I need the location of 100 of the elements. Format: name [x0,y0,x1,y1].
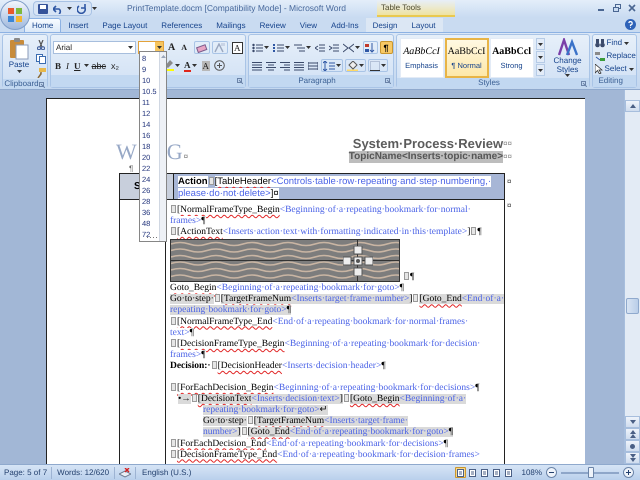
copy-button[interactable] [35,52,47,65]
browse-object-button[interactable] [625,440,640,452]
asian-layout-button[interactable] [342,41,361,54]
web-layout-button[interactable] [478,467,490,478]
page-view-icon [504,468,512,476]
scroll-up-button[interactable] [536,38,545,50]
bullets-button[interactable] [250,41,270,54]
scroll-up-button[interactable] [625,100,640,112]
save-button[interactable] [37,2,49,14]
underline-button[interactable]: U [72,59,83,72]
paste-button[interactable]: Paste [6,38,32,73]
content-control-handle-icon[interactable] [192,394,197,402]
print-layout-button[interactable] [454,467,466,478]
ribbon-tab[interactable]: References [154,18,210,32]
align-right-button[interactable] [278,59,291,72]
restore-button[interactable] [611,2,622,13]
caret-icon [175,64,180,67]
sort-button[interactable] [362,41,378,54]
justify-button[interactable] [292,59,305,72]
content-control-handle-icon[interactable] [413,294,418,302]
find-button[interactable]: Find [594,37,636,49]
previous-page-button[interactable] [625,428,640,440]
character-border-button[interactable]: A [230,41,245,54]
draft-button[interactable] [502,467,514,478]
outline-button[interactable] [490,467,502,478]
subscript-button[interactable]: x₂ [109,59,122,72]
office-button[interactable] [0,0,30,30]
select-button[interactable]: Select [594,63,636,75]
zoom-out-button[interactable] [546,467,557,478]
help-button[interactable] [625,19,636,30]
content-control-handle-icon[interactable] [170,316,176,325]
line-spacing-button[interactable] [320,59,343,72]
field-name: [ActionText [176,227,223,238]
page-count[interactable]: Page: 5 of 7 [0,466,52,478]
center-button[interactable] [264,59,277,72]
grow-font-button[interactable]: A [166,41,178,54]
scroll-down-button[interactable] [536,51,545,63]
clear-formatting-button[interactable] [194,41,210,54]
caret-icon [16,70,22,73]
ribbon-tab[interactable]: Home [24,18,62,32]
content-control-handle-icon[interactable] [242,427,247,436]
content-control-handle-icon[interactable] [248,416,253,424]
change-styles-button[interactable]: Change Styles [546,38,589,77]
replace-button[interactable]: Replace [594,50,636,62]
content-control-handle-icon[interactable] [170,205,176,213]
shading-button[interactable] [344,59,366,72]
redo-button[interactable] [76,2,88,14]
ribbon-tab[interactable]: Page Layout [95,18,154,32]
borders-button[interactable] [368,59,388,72]
scroll-down-button[interactable] [625,416,640,428]
scrollbar-thumb[interactable] [626,298,639,314]
italic-button[interactable]: I [64,59,72,72]
character-shading-button[interactable]: A [200,59,212,72]
language-indicator[interactable]: English (U.S.) [136,466,198,478]
ribbon-tab[interactable]: Design [366,18,404,32]
content-control-handle-icon[interactable] [170,338,176,347]
content-control-handle-icon[interactable] [471,227,476,236]
content-control-handle-icon[interactable] [170,227,176,236]
align-left-button[interactable] [250,59,263,72]
content-control-handle-icon[interactable] [170,383,176,392]
content-control-handle-icon[interactable] [208,177,214,185]
format-painter-button[interactable] [35,66,47,79]
shrink-font-button[interactable]: A [179,41,190,54]
ribbon-tab[interactable]: Add-Ins [324,18,366,32]
content-control-handle-icon[interactable] [212,360,217,369]
content-control-handle-icon[interactable] [344,394,349,402]
strike-button[interactable]: abc [90,59,108,72]
show-formatting-marks-button[interactable]: ¶ [380,41,393,54]
ribbon-tab[interactable]: Mailings [209,18,253,32]
cut-button[interactable] [35,38,47,51]
content-control-handle-icon[interactable] [404,272,409,280]
dialog-launcher-button[interactable] [236,78,243,84]
next-page-button[interactable] [625,452,640,464]
dialog-launcher-button[interactable] [384,78,391,84]
zoom-in-button[interactable] [623,467,634,478]
bold-button[interactable]: B [53,59,64,72]
dialog-launcher-button[interactable] [580,81,587,87]
close-button[interactable] [626,2,637,13]
enclose-characters-button[interactable] [213,59,226,72]
font-name-field[interactable]: Arial [53,41,136,54]
zoom-slider-thumb[interactable] [588,466,594,478]
content-control-handle-icon[interactable] [170,450,176,458]
ribbon-tab[interactable]: Review [252,18,293,32]
more-styles-button[interactable] [536,64,545,76]
zoom-level[interactable]: 108% [522,466,542,478]
font-color-button[interactable]: A [182,59,199,72]
dialog-launcher-button[interactable] [39,82,45,88]
ribbon-tab[interactable]: Insert [61,18,96,32]
line-spacing-icon [322,60,335,70]
field-hint: <Inserts·decision·text> [251,394,340,404]
numbering-button[interactable] [272,41,291,54]
content-control-handle-icon[interactable] [214,294,220,302]
content-control-handle-icon[interactable] [170,438,176,446]
word-count[interactable]: Words: 12/620 [52,466,114,478]
field-hint: <Inserts·decision·header> [282,360,382,371]
full-screen-reading-button[interactable] [466,467,478,478]
ribbon-tab[interactable]: View [292,18,324,32]
ribbon-tab[interactable]: Layout [404,18,443,32]
undo-button[interactable] [52,2,64,14]
distributed-button[interactable] [306,59,319,72]
